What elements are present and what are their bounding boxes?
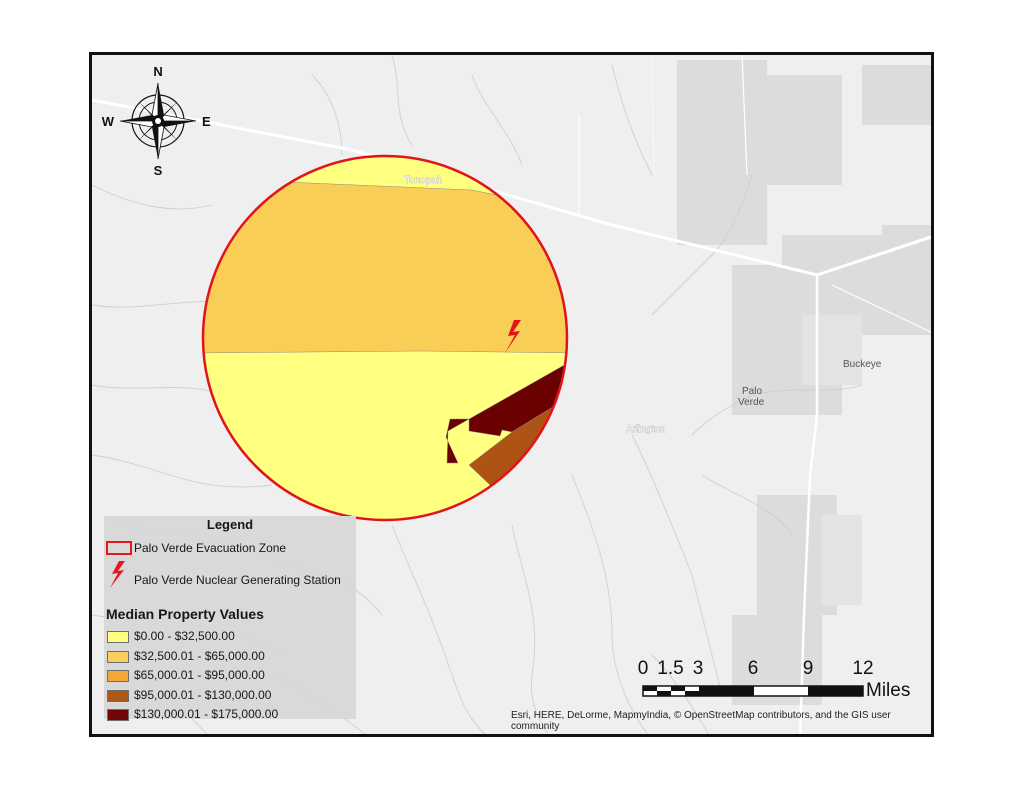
scale-bar: 0 1.5 3 6 9 12 Miles [636, 656, 926, 706]
legend-label-class-5: $130,000.01 - $175,000.00 [134, 707, 279, 721]
scale-tick-label: 12 [852, 658, 874, 679]
evacuation-zone-symbol-icon [106, 541, 132, 555]
legend-swatch-class-3 [107, 670, 129, 682]
property-class-2-area [203, 177, 567, 354]
scale-tick-label: 6 [747, 658, 759, 679]
place-label-buckeye: Buckeye [843, 359, 882, 370]
compass-east-label: E [202, 114, 211, 129]
legend-swatch-class-1 [107, 631, 129, 643]
median-property-values-title: Median Property Values [106, 606, 264, 622]
place-label-palo-verde-1: Palo [742, 386, 762, 397]
place-label-arlington: Arlington [626, 424, 665, 435]
place-label-palo-verde-2: Verde [738, 397, 765, 408]
compass-south-label: S [154, 163, 163, 178]
scale-bar-graphic [642, 685, 864, 697]
scale-tick-label: 0 [637, 658, 649, 679]
legend-panel: Legend Palo Verde Evacuation Zone Palo V… [104, 516, 356, 721]
place-label-tonopah: Tonopah [404, 175, 442, 186]
north-arrow-compass-icon: N S E W [102, 64, 211, 178]
scale-tick-label: 3 [692, 658, 704, 679]
legend-label-class-1: $0.00 - $32,500.00 [134, 629, 235, 643]
legend-label-class-4: $95,000.01 - $130,000.00 [134, 687, 272, 702]
legend-station-label: Palo Verde Nuclear Generating Station [134, 573, 341, 587]
legend-swatch-class-2 [107, 650, 129, 663]
compass-north-label: N [153, 64, 162, 79]
legend-swatch-class-5 [107, 709, 129, 721]
map-attribution: Esri, HERE, DeLorme, MapmyIndia, © OpenS… [511, 710, 891, 732]
legend-evacuation-zone-label: Palo Verde Evacuation Zone [134, 541, 287, 555]
scale-tick-label: 1.5 [657, 658, 684, 679]
nuclear-station-symbol-icon [110, 561, 125, 588]
compass-west-label: W [102, 114, 115, 129]
scale-bar-unit: Miles [866, 680, 911, 701]
scale-tick-label: 9 [802, 658, 814, 679]
legend-swatch-class-4 [107, 689, 129, 702]
legend-label-class-3: $65,000.01 - $95,000.00 [134, 668, 265, 682]
legend-label-class-2: $32,500.01 - $65,000.00 [134, 648, 265, 663]
legend-title: Legend [206, 517, 254, 532]
